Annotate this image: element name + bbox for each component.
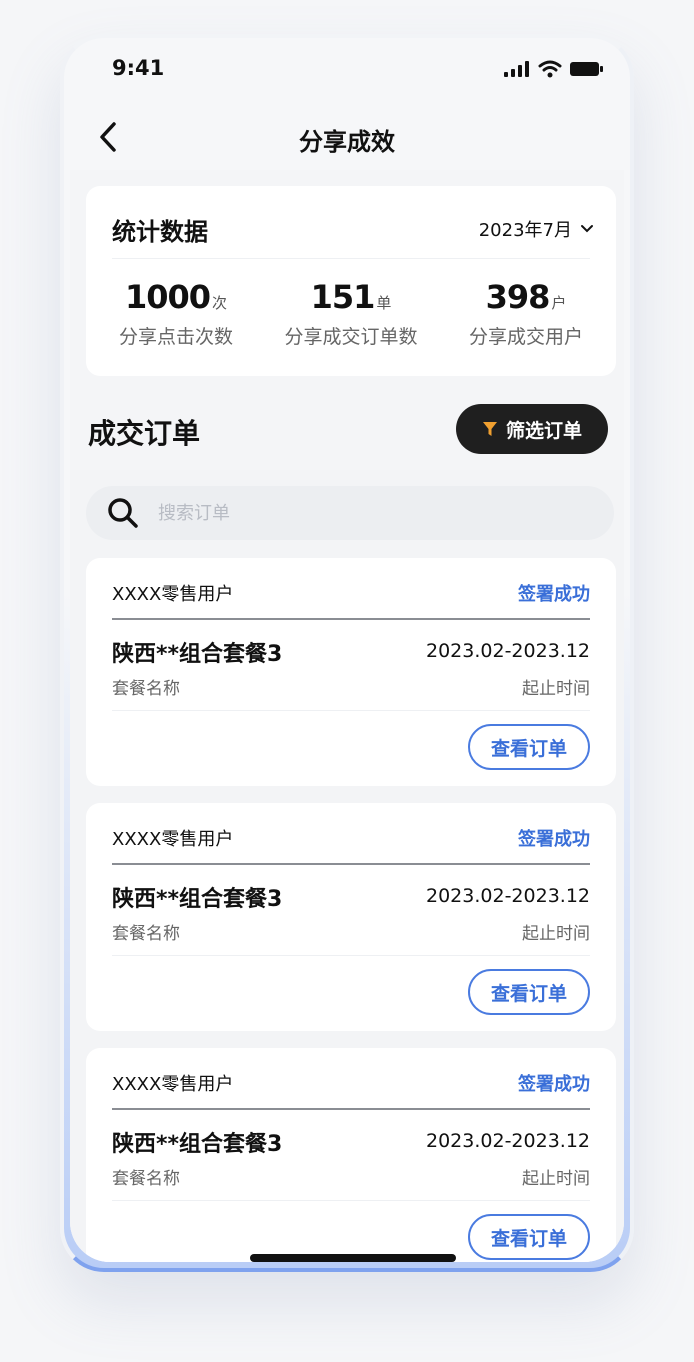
home-indicator[interactable] bbox=[250, 1254, 456, 1262]
order-separator bbox=[112, 710, 590, 711]
stat-unit: 单 bbox=[376, 294, 392, 312]
order-package-label: 套餐名称 bbox=[112, 679, 180, 699]
stat-orders: 151 单 分享成交订单数 bbox=[263, 278, 439, 349]
screen: 9:41 分享成效 统计数据 2023年7月 1000 次 分享点击次数 151… bbox=[70, 38, 624, 1262]
order-separator bbox=[112, 1200, 590, 1201]
order-period: 2023.02-2023.12 bbox=[426, 640, 590, 662]
order-divider bbox=[112, 618, 590, 620]
order-package: 陕西**组合套餐3 bbox=[112, 887, 283, 912]
stat-label: 分享点击次数 bbox=[118, 326, 233, 348]
order-period: 2023.02-2023.12 bbox=[426, 885, 590, 907]
order-divider bbox=[112, 863, 590, 865]
chevron-down-icon bbox=[581, 225, 593, 233]
stats-card: 统计数据 2023年7月 1000 次 分享点击次数 151 单 分享成交订单数 3… bbox=[86, 186, 616, 376]
order-period: 2023.02-2023.12 bbox=[426, 1130, 590, 1152]
nav-bar: 分享成效 bbox=[70, 104, 624, 170]
status-time: 9:41 bbox=[112, 56, 165, 80]
stat-clicks: 1000 次 分享点击次数 bbox=[88, 278, 264, 349]
order-card: XXXX零售用户 签署成功 陕西**组合套餐3 2023.02-2023.12 … bbox=[86, 1048, 616, 1262]
order-user: XXXX零售用户 bbox=[112, 1074, 234, 1095]
order-period-label: 起止时间 bbox=[522, 1169, 590, 1189]
stats-divider bbox=[112, 258, 590, 259]
order-card: XXXX零售用户 签署成功 陕西**组合套餐3 2023.02-2023.12 … bbox=[86, 558, 616, 786]
order-card: XXXX零售用户 签署成功 陕西**组合套餐3 2023.02-2023.12 … bbox=[86, 803, 616, 1031]
page-title: 分享成效 bbox=[299, 128, 395, 156]
order-period-label: 起止时间 bbox=[522, 924, 590, 944]
signal-icon bbox=[504, 61, 529, 77]
order-separator bbox=[112, 955, 590, 956]
order-divider bbox=[112, 1108, 590, 1110]
stat-value: 1000 bbox=[124, 278, 211, 316]
order-status: 签署成功 bbox=[518, 1074, 590, 1095]
phone-frame: 9:41 分享成效 统计数据 2023年7月 1000 次 分享点击次数 151… bbox=[60, 34, 634, 1272]
wifi-icon bbox=[538, 60, 562, 78]
stats-title: 统计数据 bbox=[112, 218, 208, 246]
stat-label: 分享成交用户 bbox=[468, 326, 583, 348]
stat-value: 151 bbox=[310, 278, 376, 316]
order-user: XXXX零售用户 bbox=[112, 584, 234, 605]
month-label: 2023年7月 bbox=[478, 220, 572, 241]
order-package-label: 套餐名称 bbox=[112, 924, 180, 944]
month-selector[interactable]: 2023年7月 bbox=[479, 216, 594, 242]
search-bar bbox=[86, 486, 614, 540]
order-package: 陕西**组合套餐3 bbox=[112, 1132, 283, 1157]
view-order-button[interactable]: 查看订单 bbox=[468, 1214, 590, 1260]
view-order-button[interactable]: 查看订单 bbox=[468, 724, 590, 770]
filter-label: 筛选订单 bbox=[505, 419, 582, 442]
view-order-button[interactable]: 查看订单 bbox=[468, 969, 590, 1015]
stat-unit: 次 bbox=[212, 294, 228, 312]
search-input[interactable] bbox=[158, 502, 558, 524]
status-icons bbox=[504, 60, 604, 78]
search-icon bbox=[108, 498, 138, 528]
order-user: XXXX零售用户 bbox=[112, 829, 234, 850]
order-package: 陕西**组合套餐3 bbox=[112, 642, 283, 667]
stat-value: 398 bbox=[485, 278, 551, 316]
orders-section-title: 成交订单 bbox=[88, 417, 201, 450]
order-period-label: 起止时间 bbox=[522, 679, 590, 699]
stat-label: 分享成交订单数 bbox=[284, 326, 418, 348]
filter-orders-button[interactable]: 筛选订单 bbox=[456, 404, 608, 454]
order-package-label: 套餐名称 bbox=[112, 1169, 180, 1189]
stat-users: 398 户 分享成交用户 bbox=[438, 278, 614, 349]
order-status: 签署成功 bbox=[518, 584, 590, 605]
stat-unit: 户 bbox=[551, 294, 567, 312]
battery-icon bbox=[570, 62, 603, 76]
order-status: 签署成功 bbox=[518, 829, 590, 850]
filter-icon bbox=[482, 422, 497, 436]
status-bar: 9:41 bbox=[70, 38, 624, 104]
